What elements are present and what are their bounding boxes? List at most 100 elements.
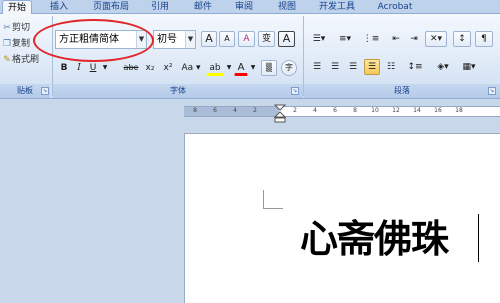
annotation-ellipse <box>33 19 154 62</box>
multilevel-list-button[interactable]: ⋮≡ <box>360 31 382 47</box>
clipboard-dialog-launcher[interactable]: ↘ <box>41 87 49 95</box>
tab-view[interactable]: 视图 <box>274 0 300 14</box>
phonetic-icon: 变 <box>261 34 271 44</box>
brush-icon: ✎ <box>3 55 11 65</box>
tab-review[interactable]: 审阅 <box>231 0 257 14</box>
enclose-icon: 字 <box>285 63 293 72</box>
distributed-button[interactable]: ☷ <box>383 59 399 75</box>
decrease-indent-button[interactable]: ⇤ <box>388 31 404 47</box>
distributed-icon: ☷ <box>386 62 396 72</box>
ruler-tick: 14 <box>413 107 421 114</box>
document-text[interactable]: 心斋佛珠 <box>300 214 449 264</box>
ruler-tick: 18 <box>455 107 463 114</box>
italic-icon: I <box>77 63 81 73</box>
tab-insert[interactable]: 插入 <box>44 0 74 14</box>
tab-page-layout[interactable]: 页面布局 <box>88 0 134 14</box>
copy-button[interactable]: ❐复制 <box>2 38 30 50</box>
margin-corner-mark <box>263 208 283 209</box>
ruler-tick: 16 <box>434 107 442 114</box>
scissors-icon: ✂ <box>3 23 11 33</box>
font-color-button[interactable]: A <box>234 60 248 76</box>
bold-button[interactable]: B <box>57 60 71 76</box>
chevron-down-icon[interactable]: ▼ <box>185 31 195 48</box>
underline-icon: U <box>89 63 97 73</box>
chinese-layout-button[interactable]: ✕▾ <box>425 31 447 47</box>
font-color-dropdown[interactable]: ▼ <box>249 60 257 76</box>
line-spacing-icon: ↕≡ <box>407 62 423 72</box>
margin-corner-mark <box>263 190 264 208</box>
line-spacing-button[interactable]: ↕≡ <box>404 59 426 75</box>
tab-acrobat[interactable]: Acrobat <box>374 0 416 14</box>
pilcrow-icon: ¶ <box>481 34 487 44</box>
subscript-button[interactable]: x₂ <box>142 60 158 76</box>
ruler-tick: 4 <box>233 107 237 114</box>
italic-button[interactable]: I <box>73 60 85 76</box>
superscript-icon: x² <box>163 63 173 73</box>
ruler-tick: 2 <box>253 107 257 114</box>
font-size-combobox[interactable]: 初号 ▼ <box>153 30 196 49</box>
font-color-icon: A <box>237 62 245 73</box>
align-center-button[interactable]: ☰ <box>327 59 343 75</box>
decrease-indent-icon: ⇤ <box>392 34 400 44</box>
highlight-button[interactable]: ab <box>206 60 224 76</box>
change-case-icon: Aa <box>181 63 194 73</box>
indent-marker-icon[interactable] <box>274 104 286 124</box>
sort-button[interactable]: ↕ <box>453 31 471 47</box>
highlight-dropdown[interactable]: ▼ <box>225 60 233 76</box>
character-shading-button[interactable]: ▒ <box>261 60 277 76</box>
paint-bucket-icon: ◈▾ <box>437 62 449 72</box>
phonetic-guide-button[interactable]: 变 <box>258 31 275 47</box>
ruler-tick: 6 <box>213 107 217 114</box>
underline-button[interactable]: U <box>87 60 99 76</box>
tab-mailings[interactable]: 邮件 <box>190 0 216 14</box>
grow-font-button[interactable]: A <box>201 31 217 47</box>
strikethrough-icon: abe <box>123 63 139 72</box>
shading-button[interactable]: ◈▾ <box>432 59 454 75</box>
cut-label: 剪切 <box>12 23 31 33</box>
character-border-button[interactable]: A <box>278 31 295 47</box>
shading-icon: ▒ <box>265 63 273 72</box>
paragraph-group-label: 段落 <box>304 84 500 98</box>
eraser-icon: A <box>243 34 250 44</box>
increase-indent-button[interactable]: ⇥ <box>406 31 422 47</box>
ruler-tick: 4 <box>313 107 317 114</box>
borders-icon: ▦▾ <box>462 62 476 72</box>
format-painter-button[interactable]: ✎格式刷 <box>2 54 39 66</box>
justify-icon: ☰ <box>367 62 377 72</box>
copy-label: 复制 <box>12 39 31 49</box>
shrink-font-icon: A <box>224 34 230 43</box>
tab-home[interactable]: 开始 <box>2 0 32 15</box>
align-left-icon: ☰ <box>312 62 322 72</box>
strikethrough-button[interactable]: abe <box>122 60 140 76</box>
font-dialog-launcher[interactable]: ↘ <box>291 87 299 95</box>
borders-button[interactable]: ▦▾ <box>458 59 480 75</box>
increase-indent-icon: ⇥ <box>410 34 418 44</box>
clear-formatting-button[interactable]: A <box>238 31 255 47</box>
ruler-tick: 6 <box>333 107 337 114</box>
bullets-button[interactable]: ☰▾ <box>308 31 330 47</box>
text-cursor <box>478 214 479 262</box>
change-case-button[interactable]: Aa ▾ <box>180 60 202 76</box>
align-center-icon: ☰ <box>330 62 340 72</box>
shrink-font-button[interactable]: A <box>219 31 235 47</box>
font-size-value: 初号 <box>157 34 177 45</box>
show-marks-button[interactable]: ¶ <box>475 31 493 47</box>
tab-references[interactable]: 引用 <box>147 0 173 14</box>
ruler-tick: 10 <box>371 107 379 114</box>
underline-dropdown[interactable]: ▼ <box>101 60 109 76</box>
enclose-characters-button[interactable]: 字 <box>281 60 297 76</box>
tab-developer[interactable]: 开发工具 <box>314 0 360 14</box>
chinese-layout-icon: ✕▾ <box>429 34 443 44</box>
paragraph-dialog-launcher[interactable]: ↘ <box>488 87 496 95</box>
align-right-icon: ☰ <box>348 62 358 72</box>
align-left-button[interactable]: ☰ <box>309 59 325 75</box>
align-right-button[interactable]: ☰ <box>345 59 361 75</box>
multilevel-list-icon: ⋮≡ <box>362 34 380 44</box>
superscript-button[interactable]: x² <box>160 60 176 76</box>
numbering-button[interactable]: ≡▾ <box>334 31 356 47</box>
ruler-tick: 8 <box>353 107 357 114</box>
cut-button[interactable]: ✂剪切 <box>2 22 30 34</box>
grow-font-icon: A <box>205 32 213 45</box>
sort-icon: ↕ <box>458 34 466 44</box>
justify-button[interactable]: ☰ <box>364 59 380 75</box>
